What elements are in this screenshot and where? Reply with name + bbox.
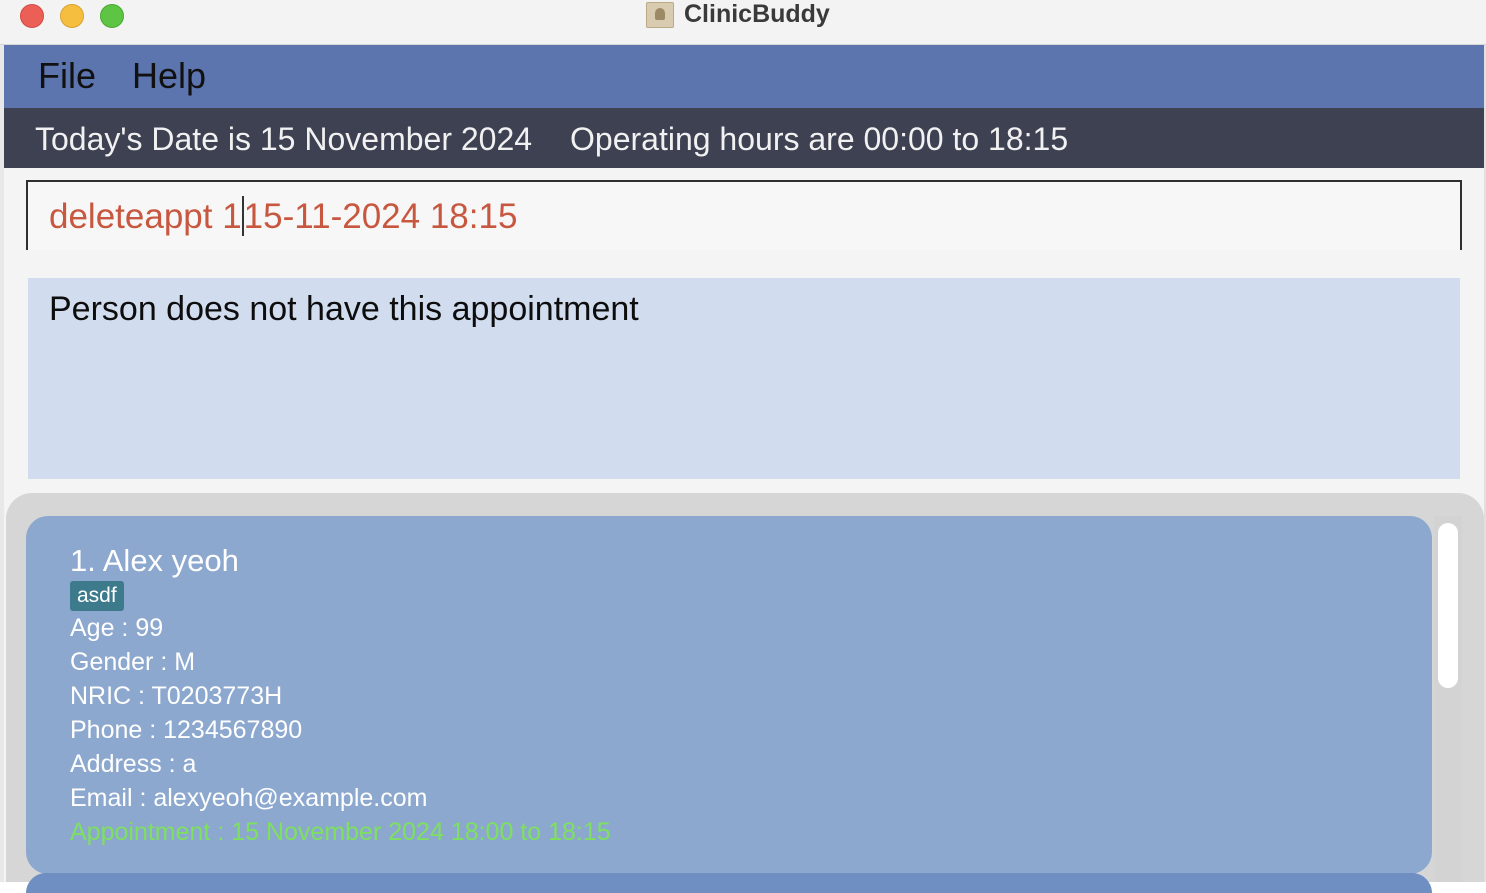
person-address: Address : a xyxy=(70,750,197,778)
maximize-window-button[interactable] xyxy=(100,4,124,28)
person-tag: asdf xyxy=(70,581,124,611)
next-person-card[interactable] xyxy=(26,873,1432,893)
person-email: Email : alexyeoh@example.com xyxy=(70,784,428,812)
person-card[interactable]: 1. Alex yeoh asdf Age : 99 Gender : M NR… xyxy=(26,516,1432,874)
command-text-before-caret: deleteappt 1 xyxy=(49,197,242,236)
todays-date-label: Today's Date is 15 November 2024 xyxy=(35,121,533,157)
title-bar: ClinicBuddy xyxy=(0,0,1486,45)
operating-hours-label: Operating hours are 00:00 to 18:15 xyxy=(570,121,1069,157)
address-book-icon xyxy=(646,2,674,28)
close-window-button[interactable] xyxy=(20,4,44,28)
menu-bar: File Help xyxy=(4,45,1484,108)
person-age: Age : 99 xyxy=(70,614,164,642)
person-appointment: Appointment : 15 November 2024 18:00 to … xyxy=(70,818,611,846)
result-message: Person does not have this appointment xyxy=(49,290,639,328)
command-input[interactable]: deleteappt 115-11-2024 18:15 xyxy=(26,180,1462,250)
status-info-bar: Today's Date is 15 November 2024 Operati… xyxy=(4,108,1484,168)
result-display: Person does not have this appointment xyxy=(28,278,1460,479)
command-text[interactable]: deleteappt 115-11-2024 18:15 xyxy=(49,196,517,237)
menu-file[interactable]: File xyxy=(38,55,96,97)
window-title: ClinicBuddy xyxy=(684,0,830,28)
menu-help[interactable]: Help xyxy=(132,55,206,97)
scrollbar-thumb[interactable] xyxy=(1438,523,1458,688)
command-text-after-caret: 15-11-2024 18:15 xyxy=(243,197,518,236)
person-name: 1. Alex yeoh xyxy=(70,543,239,578)
minimize-window-button[interactable] xyxy=(60,4,84,28)
person-nric: NRIC : T0203773H xyxy=(70,682,283,710)
person-phone: Phone : 1234567890 xyxy=(70,716,303,744)
person-gender: Gender : M xyxy=(70,648,196,676)
